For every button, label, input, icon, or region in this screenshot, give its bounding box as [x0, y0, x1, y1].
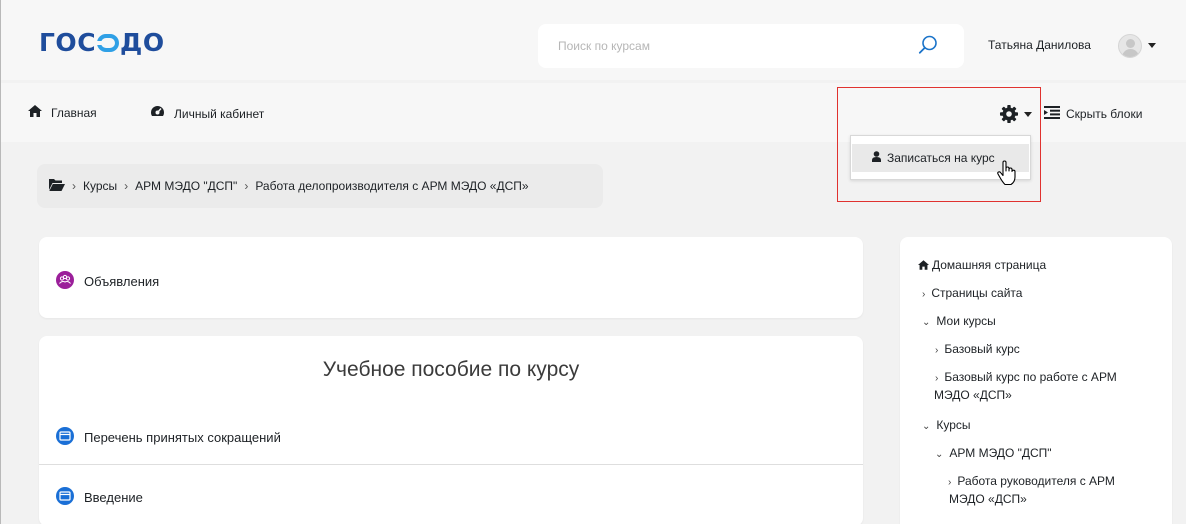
breadcrumb-item[interactable]: Работа делопроизводителя с АРМ МЭДО «ДСП… [255, 179, 528, 193]
nav-tree-item[interactable]: ⌄ Мои курсы [922, 313, 996, 331]
chevron-right-icon: › [948, 477, 952, 488]
navigation-block: Домашняя страница › Страницы сайта ⌄ Мои к… [900, 237, 1172, 524]
nav-tree-item[interactable]: ⌄ АРМ МЭДО "ДСП" [935, 445, 1052, 463]
nav-tree-item[interactable]: ⌄ Курсы [922, 417, 971, 435]
activity-label: Перечень принятых сокращений [84, 430, 281, 445]
page-icon [56, 487, 74, 508]
dashboard-icon [150, 105, 165, 122]
breadcrumb-separator-icon: › [124, 179, 129, 193]
nav-cabinet-link[interactable]: Личный кабинет [150, 105, 264, 122]
nav-tree-home[interactable]: Домашняя страница [918, 257, 1046, 273]
breadcrumb-item[interactable]: Курсы [83, 179, 117, 193]
user-name[interactable]: Татьяна Данилова [988, 38, 1091, 52]
list-indent-icon [1044, 106, 1060, 122]
nav-tree-item[interactable]: › Базовый курс по работе с АРМ МЭДО «ДСП» [934, 369, 1165, 403]
user-icon [872, 151, 881, 165]
activity-link-abbreviations[interactable]: Перечень принятых сокращений [56, 427, 281, 448]
forum-icon [56, 271, 74, 292]
user-avatar[interactable] [1118, 34, 1142, 58]
nav-tree-item[interactable]: › Страницы сайта [922, 285, 1022, 303]
user-menu-caret-icon[interactable] [1148, 43, 1156, 48]
enrol-menu-label: Записаться на курс [887, 151, 995, 165]
announcements-link[interactable]: Объявления [56, 271, 159, 292]
breadcrumb-item[interactable]: АРМ МЭДО "ДСП" [135, 179, 237, 193]
activity-divider [39, 464, 863, 465]
search-box [538, 24, 964, 68]
section-title: Учебное пособие по курсу [322, 358, 580, 381]
site-logo[interactable]: ГОС ДО [39, 28, 165, 57]
nav-cabinet-label: Личный кабинет [174, 106, 265, 121]
activity-link-introduction[interactable]: Введение [56, 487, 143, 508]
breadcrumb-separator-icon: › [72, 179, 76, 193]
breadcrumb: › Курсы › АРМ МЭДО "ДСП" › Работа делопр… [37, 164, 603, 208]
chevron-right-icon: › [935, 373, 939, 384]
nav-home-link[interactable]: Главная [28, 105, 97, 120]
breadcrumb-separator-icon: › [244, 179, 249, 193]
chevron-down-icon: ⌄ [935, 449, 944, 460]
page-icon [56, 427, 74, 448]
logo-ring-icon [97, 34, 120, 52]
search-icon[interactable] [918, 35, 938, 60]
folder-open-icon[interactable] [49, 178, 65, 194]
course-section-card: Учебное пособие по курсу Перечень принят… [39, 336, 863, 524]
nav-home-label: Главная [51, 105, 97, 120]
chevron-right-icon: › [922, 289, 926, 300]
chevron-down-icon: ⌄ [922, 421, 931, 432]
hide-blocks-label: Скрыть блоки [1066, 107, 1143, 121]
hide-blocks-button[interactable]: Скрыть блоки [1044, 106, 1142, 122]
announcements-card: Объявления [39, 237, 863, 318]
nav-tree-item[interactable]: › Работа руководителя с АРМ МЭДО «ДСП» [948, 473, 1163, 507]
announcements-label: Объявления [84, 274, 160, 289]
chevron-down-icon: ⌄ [922, 317, 931, 328]
home-icon [918, 258, 932, 272]
hand-cursor-icon [996, 160, 1018, 191]
nav-tree-item[interactable]: › Базовый курс [935, 341, 1020, 359]
home-icon [28, 105, 42, 120]
chevron-right-icon: › [935, 345, 939, 356]
activity-label: Введение [84, 490, 143, 505]
search-input[interactable] [558, 36, 918, 56]
